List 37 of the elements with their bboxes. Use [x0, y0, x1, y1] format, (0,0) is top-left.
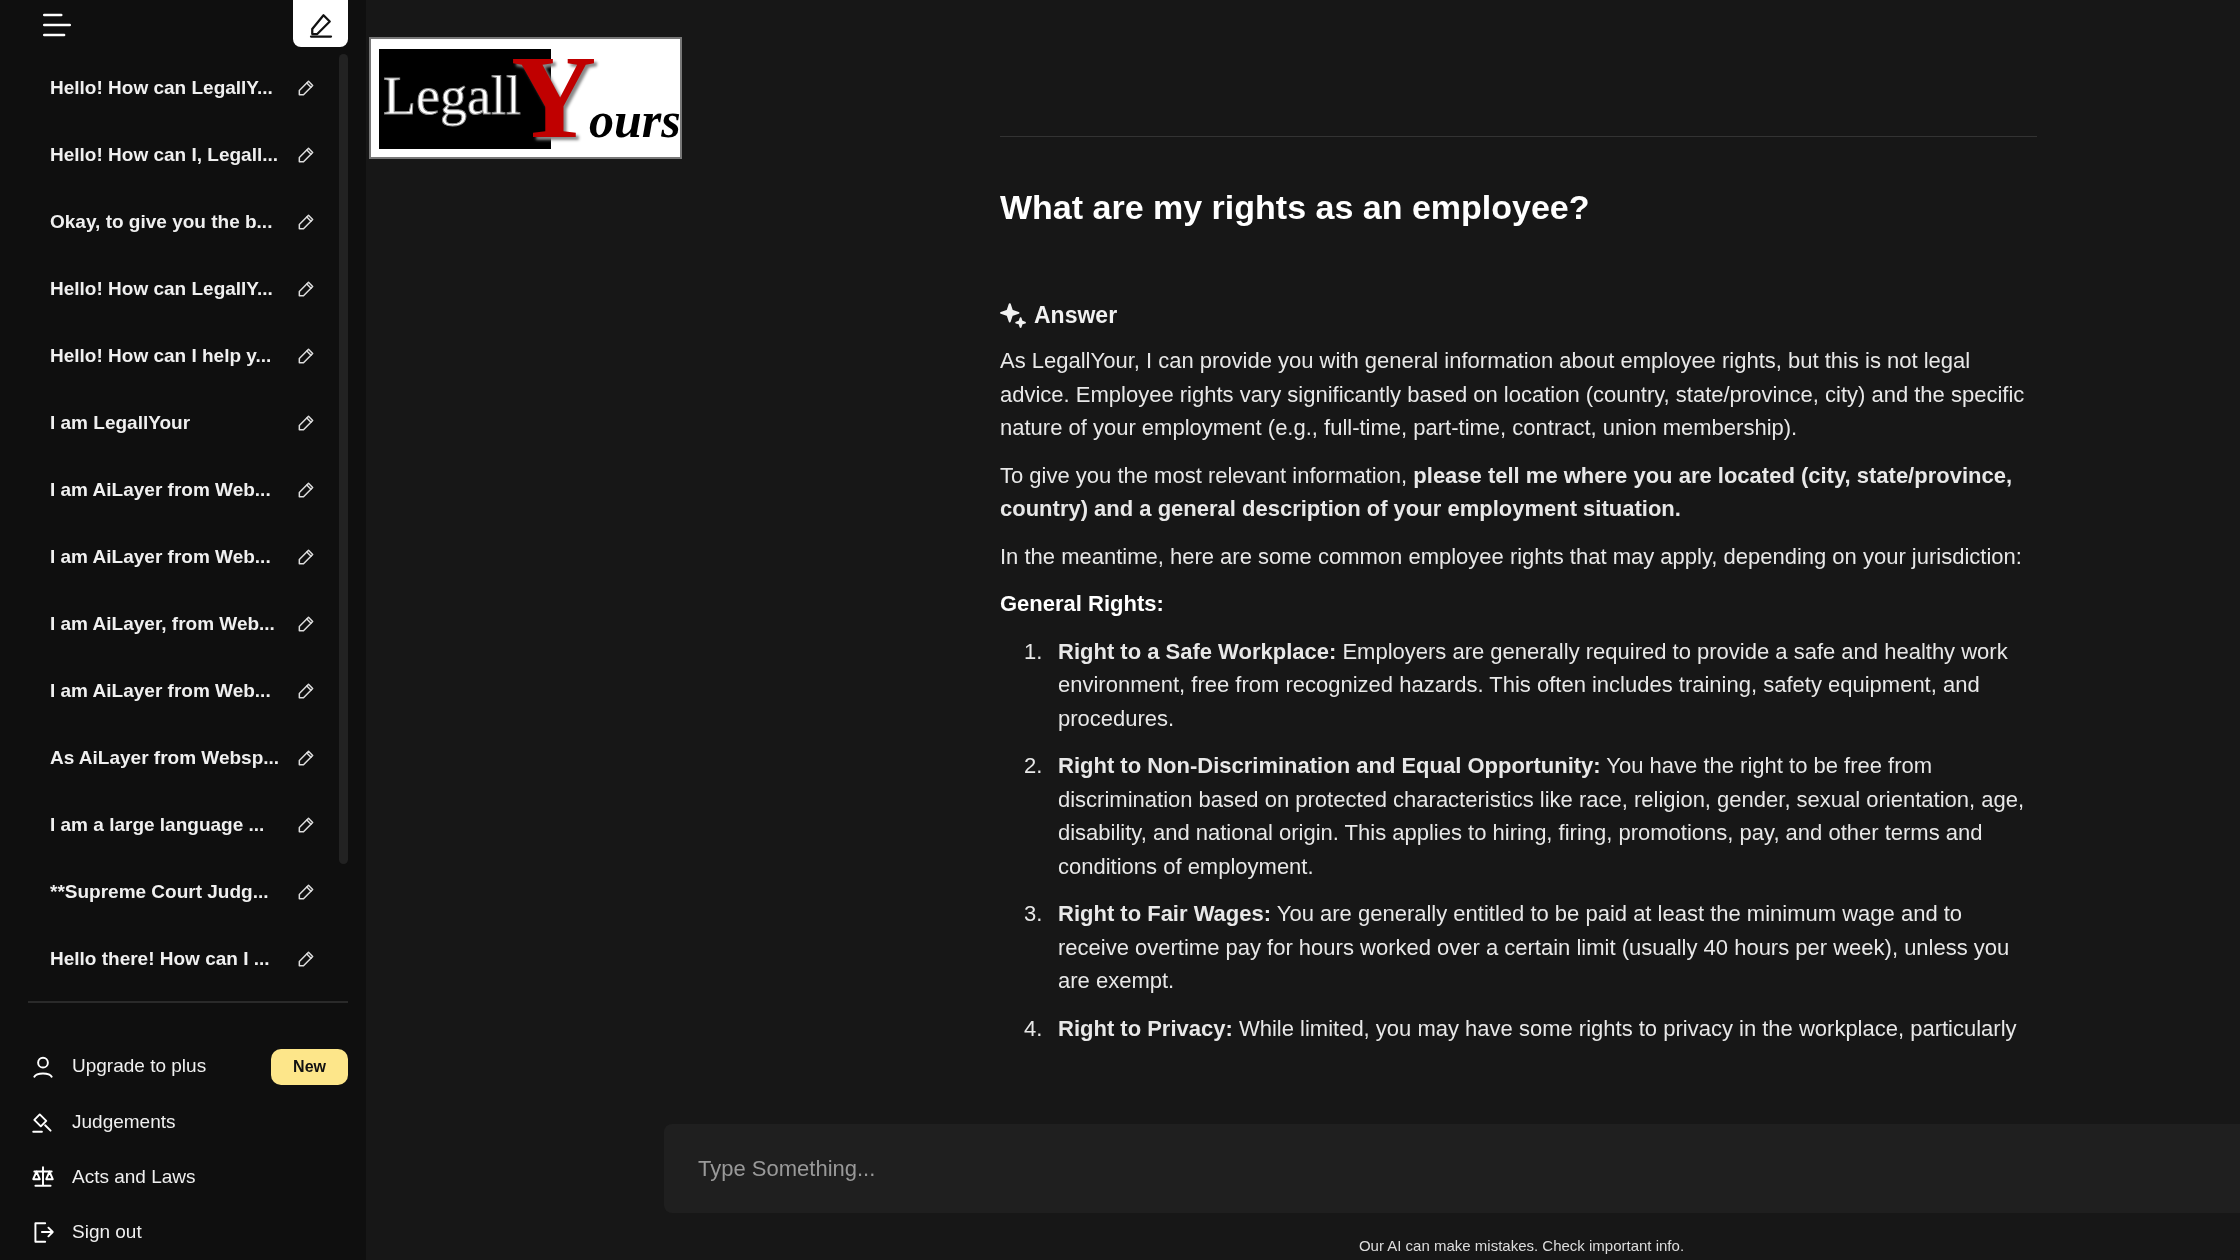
menu-link[interactable]: Sign out — [72, 1218, 142, 1247]
list-number: 1. — [1024, 637, 1044, 666]
chat-item[interactable]: I am AiLayer from Web... — [50, 475, 271, 504]
question-heading: What are my rights as an employee? — [1000, 187, 1591, 228]
list-item-text: Right to Fair Wages: You are generally entitled to be paid at least the minimum wage and to receive overtime pay for hours worked over a certain limit (usually 40 hours per week), unless you are exempt. — [1058, 900, 2011, 996]
chat-item[interactable]: I am AiLayer, from Web... — [50, 609, 275, 638]
menu-link[interactable]: Upgrade to plus — [72, 1052, 207, 1081]
chat-item[interactable]: Okay, to give you the b... — [50, 207, 273, 236]
new-badge: New — [271, 1048, 348, 1085]
chat-item[interactable]: Hello there! How can I ... — [50, 944, 270, 973]
answer-label: Answer — [1034, 300, 1118, 330]
chat-item[interactable]: I am a large language ... — [50, 810, 265, 839]
list-item-text: Right to Non-Discrimination and Equal Opportunity: You have the right to be free from discrimination based on protected characteristics like race, religion, gender, sexual orientation, age, disability, and national origin. This applies to hiring, firing, promotions, pay, and other terms and conditions of employment. — [1058, 752, 2026, 881]
sparkle-icon — [1000, 302, 1026, 329]
chat-item[interactable]: Hello! How can I, Legall... — [50, 140, 279, 169]
chat-item[interactable]: I am AiLayer from Web... — [50, 542, 271, 571]
menu-link[interactable]: Judgements — [72, 1107, 176, 1137]
chat-item[interactable]: I am AiLayer from Web... — [50, 676, 271, 705]
list-number: 3. — [1024, 900, 1044, 929]
list-number: 4. — [1024, 1014, 1044, 1043]
new-chat-button[interactable] — [293, 0, 348, 47]
answer-paragraph: To give you the most relevant information, please tell me where you are located (city, state/province, country) and a general description of your employment situation. — [1000, 461, 2014, 524]
section-heading: General Rights: — [1000, 590, 1165, 619]
chat-item[interactable]: Hello! How can I help y... — [50, 341, 272, 370]
message-input[interactable]: Type Something... — [664, 1124, 2240, 1213]
chat-item[interactable]: Hello! How can LegallY... — [50, 73, 273, 102]
list-item-text: Right to a Safe Workplace: Employers are generally required to provide a safe and healthy work environment, free from recognized hazards. This often includes training, safety equipment, and procedures. — [1058, 637, 2009, 733]
disclaimer-text: Our AI can make mistakes. Check important info. — [1357, 1236, 1686, 1256]
answer-paragraph: As LegallYour, I can provide you with general information about employee rights, but this is not legal advice. Employee rights vary significantly based on location (country, state/province, city) and the specific nature of your employment (e.g., full-time, part-time, contract, union membership). — [1000, 347, 2026, 443]
answer-paragraph: In the meantime, here are some common employee rights that may apply, depending on your jurisdiction: — [1000, 542, 2023, 571]
list-item-text: Right to Privacy: While limited, you may have some rights to privacy in the workplace, particularly — [1058, 1014, 2017, 1043]
chat-item[interactable]: **Supreme Court Judg... — [50, 877, 269, 906]
chat-item[interactable]: Hello! How can LegallY... — [50, 274, 273, 303]
menu-link[interactable]: Acts and Laws — [72, 1162, 196, 1192]
chat-item[interactable]: As AiLayer from Websp... — [50, 743, 280, 772]
list-number: 2. — [1024, 752, 1044, 781]
chat-item[interactable]: I am LegallYour — [50, 408, 191, 437]
